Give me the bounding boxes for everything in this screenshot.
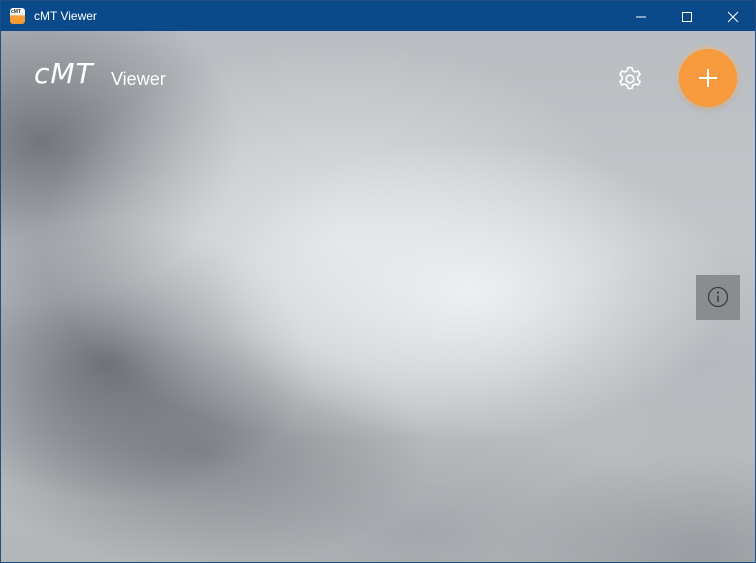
plus-icon — [699, 69, 717, 87]
app-icon-label: cMT — [11, 9, 21, 15]
app-icon: cMT — [10, 8, 25, 24]
gear-icon — [619, 66, 641, 90]
title-bar[interactable]: cMT cMT Viewer — [1, 1, 755, 31]
maximize-icon — [682, 12, 692, 22]
settings-button[interactable] — [615, 64, 645, 94]
close-button[interactable] — [710, 1, 755, 31]
maximize-button[interactable] — [664, 1, 710, 31]
close-icon — [727, 11, 739, 23]
app-window: cMT cMT Viewer cMT Viewer — [0, 0, 756, 563]
main-area: cMT Viewer — [1, 31, 755, 562]
add-button[interactable] — [679, 49, 737, 107]
app-logo: cMT Viewer — [34, 57, 179, 90]
logo-sub-text: Viewer — [111, 69, 166, 89]
minimize-icon — [636, 16, 646, 18]
logo-main-text: cMT — [34, 57, 94, 90]
info-button[interactable] — [696, 275, 740, 320]
info-icon — [707, 286, 729, 308]
window-title: cMT Viewer — [34, 9, 97, 23]
minimize-button[interactable] — [618, 1, 664, 31]
